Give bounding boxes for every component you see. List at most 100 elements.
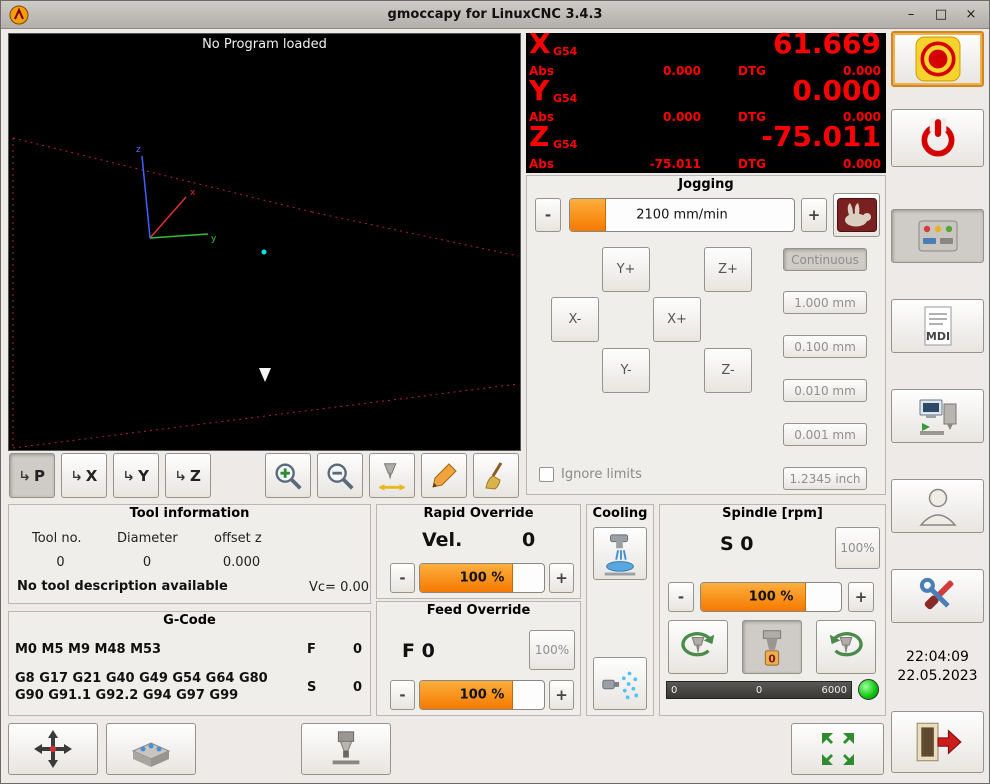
gremlin-preview[interactable]: x y z No Program loaded: [8, 33, 521, 451]
spindle-rpm-bar: 0 0 6000: [666, 681, 852, 699]
zoom-in-icon: [271, 459, 305, 493]
jog-speed-value: 2100 mm/min: [570, 208, 794, 223]
spindle-cw-button[interactable]: [816, 620, 876, 674]
estop-icon: [915, 36, 961, 82]
spindle-ccw-icon: [673, 626, 723, 668]
f-label: F: [307, 642, 316, 657]
dro-letter: X: [529, 30, 551, 58]
settings-tools-button[interactable]: [891, 569, 984, 623]
touch-inch-button[interactable]: 1.2345 inch: [783, 467, 867, 490]
touch-off-button[interactable]: [8, 723, 98, 775]
spindle-at-speed-led: [858, 679, 879, 700]
view-x-button[interactable]: X: [61, 453, 107, 498]
jog-y-minus-button[interactable]: Y-: [602, 348, 650, 393]
spindle-stop-button[interactable]: 0: [742, 620, 802, 674]
rapid-plus-button[interactable]: +: [549, 563, 574, 593]
fullscreen-icon: [818, 729, 858, 769]
tool-description: No tool description available: [17, 579, 228, 594]
manual-panel-icon: [916, 214, 960, 258]
spindle-slider-label: 100 %: [701, 590, 841, 605]
jog-z-minus-button[interactable]: Z-: [704, 348, 752, 393]
increment-01mm-button[interactable]: 0.100 mm: [783, 335, 867, 358]
f-value: 0: [353, 642, 362, 657]
auto-mode-button[interactable]: [891, 389, 984, 443]
dro-axis-x[interactable]: X G54 61.669 Abs 0.000 DTG 0.000: [526, 33, 886, 80]
clear-plot-button[interactable]: [473, 453, 519, 498]
minimize-icon[interactable]: –: [901, 4, 921, 24]
increment-1mm-button[interactable]: 1.000 mm: [783, 291, 867, 314]
exit-door-icon: [913, 719, 963, 765]
jog-speed-rabbit-button[interactable]: [833, 193, 880, 237]
view-y-button[interactable]: Y: [113, 453, 159, 498]
feed-override-title: Feed Override: [377, 603, 580, 618]
rapid-minus-button[interactable]: -: [390, 563, 415, 593]
fullscreen-button[interactable]: [791, 723, 884, 775]
spindle-override-slider[interactable]: 100 %: [700, 582, 842, 612]
clock-date: 22.05.2023: [891, 668, 984, 684]
zoom-in-button[interactable]: [265, 453, 311, 498]
manual-mode-button[interactable]: [891, 209, 984, 263]
tool-dimensions-button[interactable]: [369, 453, 415, 498]
exit-button[interactable]: [891, 711, 984, 773]
jogging-frame: Jogging - 2100 mm/min + Y+ Z+ X- X+ Y- Z…: [526, 175, 886, 495]
zoom-out-button[interactable]: [317, 453, 363, 498]
jog-z-plus-button[interactable]: Z+: [704, 247, 752, 292]
spindle-rpm-label: S 0: [720, 533, 754, 555]
axis-z-label: z: [136, 145, 141, 155]
dro-axis-y[interactable]: Y G54 0.000 Abs 0.000 DTG 0.000: [526, 80, 886, 127]
feed-override-slider[interactable]: 100 %: [419, 680, 545, 710]
dro-axis-z[interactable]: Z G54 -75.011 Abs -75.011 DTG 0.000: [526, 126, 886, 173]
spindle-ccw-button[interactable]: [668, 620, 728, 674]
gcode-frame: G-Code M0 M5 M9 M48 M53 F 0 G8 G17 G21 G…: [8, 611, 371, 716]
jog-x-plus-button[interactable]: X+: [653, 297, 701, 342]
dtg-value: 0.000: [843, 157, 881, 171]
view-p-button[interactable]: P: [9, 453, 55, 498]
feed-plus-button[interactable]: +: [549, 680, 574, 710]
increment-001mm-button[interactable]: 0.010 mm: [783, 379, 867, 402]
coord-system-label: G54: [553, 92, 577, 105]
dro-panel: X G54 61.669 Abs 0.000 DTG 0.000 Y G54 0…: [526, 33, 886, 173]
increment-continuous-button[interactable]: Continuous: [783, 248, 867, 271]
touch-plate-button[interactable]: [106, 723, 196, 775]
spindle-cw-icon: [821, 626, 871, 668]
jog-speed-slider[interactable]: 2100 mm/min: [569, 198, 795, 232]
spindle-reset-100-button[interactable]: 100%: [835, 527, 880, 569]
view-arrow-icon: [71, 469, 84, 482]
dro-value: -75.011: [761, 123, 881, 151]
rapid-override-title: Rapid Override: [377, 506, 580, 521]
dtg-label: DTG: [738, 64, 766, 78]
jog-x-minus-button[interactable]: X-: [551, 297, 599, 342]
tool-measure-button[interactable]: [301, 723, 391, 775]
jog-speed-plus-button[interactable]: +: [801, 198, 827, 232]
increment-0001mm-button[interactable]: 0.001 mm: [783, 423, 867, 446]
active-m-codes: M0 M5 M9 M48 M53: [15, 642, 161, 657]
mdi-mode-button[interactable]: MDI: [891, 299, 984, 353]
rapid-override-frame: Rapid Override Vel. 0 - 100 % +: [376, 504, 581, 599]
jog-y-plus-button[interactable]: Y+: [602, 247, 650, 292]
ignore-limits-label: Ignore limits: [561, 467, 642, 482]
jogging-title: Jogging: [527, 177, 885, 192]
ignore-limits-checkbox[interactable]: Ignore limits: [539, 467, 642, 482]
abs-value: 0.000: [586, 64, 701, 78]
active-g-codes: G8 G17 G21 G40 G49 G54 G64 G80 G90 G91.1…: [15, 670, 297, 704]
feed-minus-button[interactable]: -: [390, 680, 415, 710]
broom-icon: [480, 460, 512, 492]
view-z-button[interactable]: Z: [165, 453, 211, 498]
spindle-plus-button[interactable]: +: [848, 582, 874, 612]
feed-reset-100-button[interactable]: 100%: [529, 630, 575, 670]
zoom-out-icon: [323, 459, 357, 493]
machine-on-button[interactable]: [891, 109, 984, 167]
flood-coolant-button[interactable]: [593, 527, 647, 580]
offset-z-value: 0.000: [214, 555, 269, 570]
maximize-icon[interactable]: □: [931, 4, 951, 24]
user-settings-button[interactable]: [891, 479, 984, 533]
spindle-minus-button[interactable]: -: [668, 582, 694, 612]
mist-coolant-button[interactable]: [593, 657, 647, 710]
rapid-override-slider[interactable]: 100 %: [419, 563, 545, 593]
spindle-stop-zero: 0: [768, 653, 775, 665]
close-icon[interactable]: ×: [961, 4, 981, 24]
clock-time: 22:04:09: [891, 649, 984, 665]
estop-button[interactable]: [891, 31, 984, 87]
edit-program-button[interactable]: [421, 453, 467, 498]
jog-speed-minus-button[interactable]: -: [535, 198, 561, 232]
